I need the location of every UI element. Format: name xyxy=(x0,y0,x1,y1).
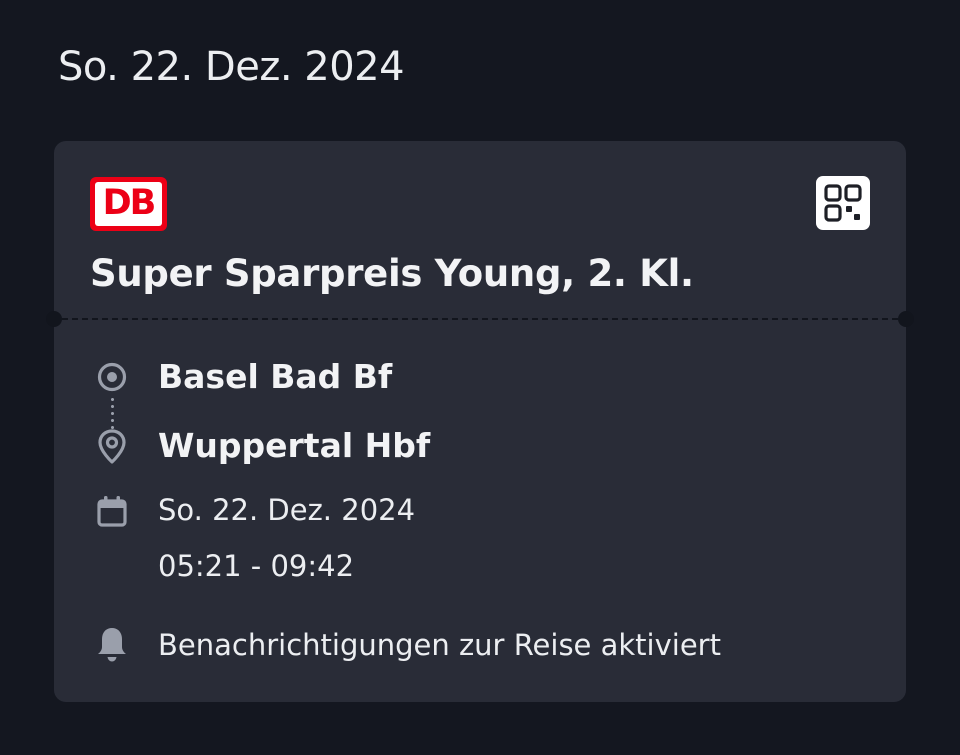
calendar-icon xyxy=(97,496,127,527)
notification-status: Benachrichtigungen zur Reise aktiviert xyxy=(158,628,721,662)
trip-date-heading: So. 22. Dez. 2024 xyxy=(58,44,405,90)
ticket-notch-left xyxy=(46,311,62,327)
qr-code-button[interactable] xyxy=(816,176,870,230)
travel-date: So. 22. Dez. 2024 xyxy=(158,493,416,527)
db-logo-text: DB xyxy=(102,183,157,223)
bell-icon xyxy=(98,628,126,662)
destination-station: Wuppertal Hbf xyxy=(158,426,431,465)
ticket-card[interactable]: DB Super Sparpreis Young, 2. Kl. Basel B… xyxy=(46,141,914,702)
ticket-title: Super Sparpreis Young, 2. Kl. xyxy=(90,252,694,295)
qr-code-icon xyxy=(824,184,862,222)
origin-circle-icon xyxy=(97,362,127,392)
route-connector xyxy=(111,396,114,430)
location-pin-icon xyxy=(98,429,126,464)
ticket-notch-right xyxy=(898,311,914,327)
db-logo: DB xyxy=(90,177,167,231)
travel-time-range: 05:21 - 09:42 xyxy=(158,549,355,583)
origin-station: Basel Bad Bf xyxy=(158,357,393,396)
ticket-perforation-divider xyxy=(62,318,898,320)
